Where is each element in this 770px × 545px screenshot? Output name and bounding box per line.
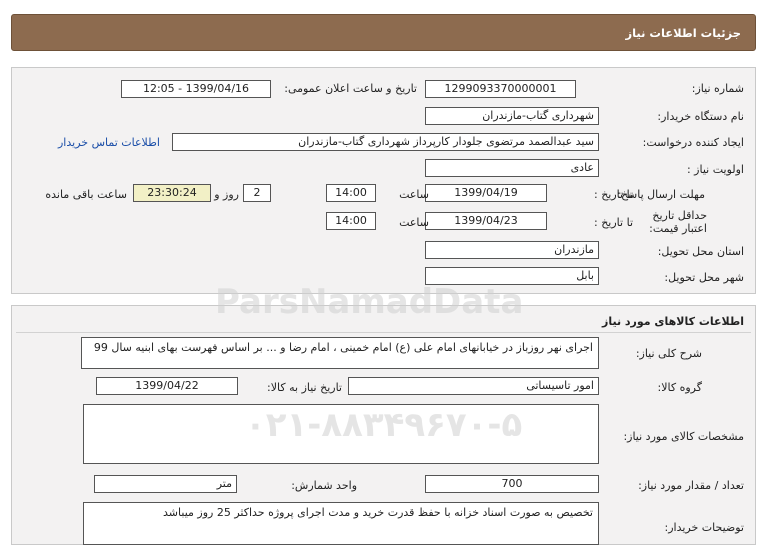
deadline-time-label: ساعت	[399, 188, 429, 201]
price-time-label: ساعت	[399, 216, 429, 229]
remaining-time-label: ساعت باقی مانده	[45, 188, 127, 201]
buyer-contact-link[interactable]: اطلاعات تماس خریدار	[58, 136, 160, 149]
city-label: شهر محل تحویل:	[664, 271, 744, 284]
creator-field: سید عبدالصمد مرتضوی جلودار کارپرداز شهرد…	[172, 133, 599, 151]
unit-field: متر	[94, 475, 237, 493]
need-number-field: 1299093370000001	[425, 80, 576, 98]
price-validity-date-field: 1399/04/23	[425, 212, 547, 230]
days-label: روز و	[214, 188, 239, 201]
goods-section-divider	[16, 332, 751, 333]
remaining-time-field: 23:30:24	[133, 184, 211, 202]
goods-group-label: گروه کالا:	[657, 381, 702, 394]
quantity-label: تعداد / مقدار مورد نیاز:	[638, 479, 744, 492]
page-header: جزئیات اطلاعات نیاز	[11, 14, 756, 51]
buyer-notes-label: توضیحات خریدار:	[664, 521, 745, 534]
description-field: اجرای نهر روزباز در خیابانهای امام علی (…	[81, 337, 599, 369]
page-title: جزئیات اطلاعات نیاز	[625, 26, 741, 40]
creator-label: ایجاد کننده درخواست:	[642, 136, 744, 149]
buyer-notes-field: تخصیص به صورت اسناد خزانه با حفظ قدرت خر…	[83, 502, 599, 545]
goods-section-title: اطلاعات کالاهای مورد نیاز	[602, 315, 744, 328]
price-validity-label: حداقل تاریخ اعتبار قیمت:	[649, 209, 707, 235]
province-field: مازندران	[425, 241, 599, 259]
remaining-days-field: 2	[243, 184, 271, 202]
price-to-date-label: تا تاریخ :	[594, 216, 633, 229]
priority-label: اولویت نیاز :	[686, 163, 744, 176]
province-label: استان محل تحویل:	[657, 245, 744, 258]
watermark-brand: ParsNamadData	[215, 282, 524, 322]
buyer-org-label: نام دستگاه خریدار:	[657, 110, 744, 123]
deadline-date-field: 1399/04/19	[425, 184, 547, 202]
price-validity-time-field: 14:00	[326, 212, 376, 230]
deadline-time-field: 14:00	[326, 184, 376, 202]
deadline-to-date-label: تا تاریخ :	[594, 188, 633, 201]
announce-datetime-field: 1399/04/16 - 12:05	[121, 80, 271, 98]
need-number-label: شماره نیاز:	[691, 82, 744, 95]
description-label: شرح کلی نیاز:	[635, 347, 702, 360]
goods-group-field: امور تاسیساتی	[348, 377, 599, 395]
announce-datetime-label: تاریخ و ساعت اعلان عمومی:	[284, 82, 417, 95]
buyer-org-field: شهرداری گتاب-مازندران	[425, 107, 599, 125]
need-date-field: 1399/04/22	[96, 377, 238, 395]
unit-label: واحد شمارش:	[291, 479, 357, 492]
priority-field: عادی	[425, 159, 599, 177]
specs-label: مشخصات کالای مورد نیاز:	[623, 430, 744, 443]
need-date-label: تاریخ نیاز به کالا:	[267, 381, 342, 394]
watermark-phone: ۰۲۱-۸۸۳۴۹۶۷۰-۵	[245, 405, 523, 445]
quantity-field: 700	[425, 475, 599, 493]
need-info-panel	[11, 67, 756, 294]
